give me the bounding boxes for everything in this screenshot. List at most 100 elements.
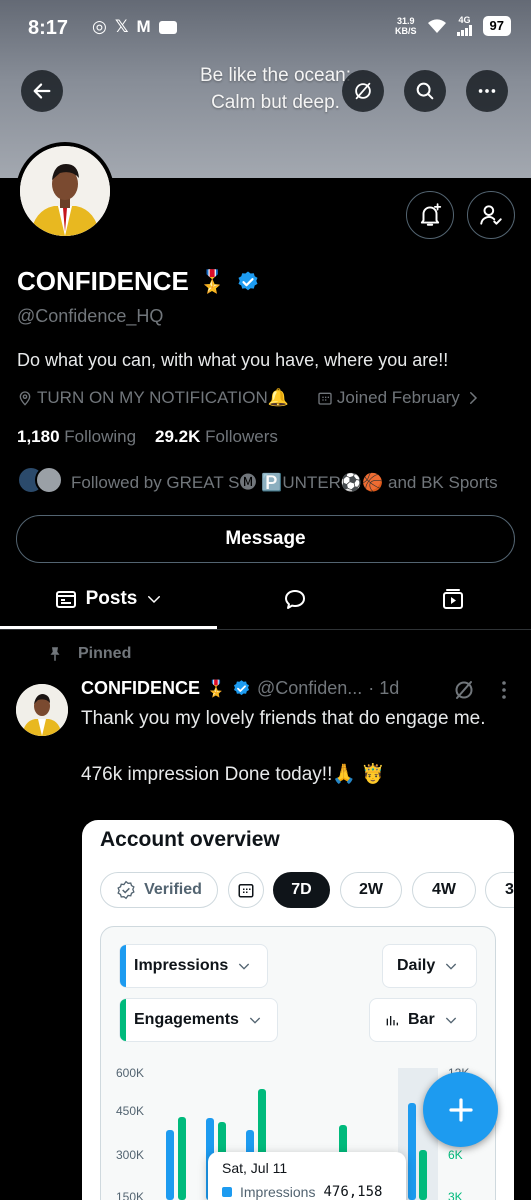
net-speed: 31.9 KB/S (395, 16, 417, 36)
more-vertical-icon (502, 681, 506, 699)
gmail-icon: M (136, 17, 151, 36)
embed-title: Account overview (100, 828, 280, 851)
signal-icon (456, 25, 472, 36)
compose-button[interactable] (423, 1072, 498, 1147)
pinned-indicator: Pinned (46, 645, 131, 663)
tooltip-date: Sat, Jul 11 (222, 1160, 288, 1176)
post-more-button[interactable] (496, 678, 512, 707)
post-grok-button[interactable] (452, 678, 476, 707)
grok-icon (455, 681, 473, 699)
search-button[interactable] (404, 70, 446, 112)
more-horizontal-icon (478, 89, 496, 93)
bar-chart-icon (386, 1016, 398, 1026)
location-pin-icon (19, 391, 31, 406)
back-button[interactable] (21, 70, 63, 112)
grok-icon (355, 82, 371, 100)
notification-subscribe-button[interactable] (406, 191, 454, 239)
avatar-photo (16, 684, 68, 736)
wifi-icon (427, 19, 446, 33)
x-icon: 𝕏 (114, 17, 129, 36)
following-link[interactable]: 1,180 Following (17, 427, 136, 446)
post-body: Thank you my lovely friends that do enga… (81, 705, 511, 789)
metric2-swatch (120, 999, 126, 1041)
profile-avatar[interactable] (16, 142, 114, 240)
pin-icon (50, 647, 60, 661)
post-author-handle[interactable]: @Confiden... (257, 678, 362, 699)
verified-outline-icon (117, 880, 135, 900)
profile-location: TURN ON MY NOTIFICATION🔔 (37, 388, 289, 407)
followed-by-row[interactable]: Followed by GREAT S🅜 🅿️UNTER⚽🏀 and BK Sp… (17, 466, 498, 494)
metric2-select: Engagements (119, 998, 278, 1042)
medal-emoji: 🎖️ (198, 268, 227, 294)
battery-indicator: 97 (482, 16, 511, 36)
chevron-down-icon (239, 963, 250, 970)
message-button[interactable]: Message (16, 515, 515, 563)
arrow-left-icon (33, 83, 51, 99)
interval-select: Daily (382, 944, 477, 988)
followers-link[interactable]: 29.2K Followers (155, 427, 278, 446)
chevron-down-icon (446, 963, 457, 970)
verified-filter: Verified (100, 872, 218, 908)
youtube-icon (158, 20, 177, 34)
chevron-right-icon (469, 392, 477, 404)
grok-button[interactable] (342, 70, 384, 112)
chevron-down-icon (249, 1017, 261, 1024)
tab-active-indicator (0, 626, 217, 629)
y-axis-left-label: 450K (116, 1104, 145, 1118)
y-axis-left-label: 600K (116, 1066, 145, 1080)
profile-joined[interactable]: Joined February (337, 388, 460, 408)
profile-tabs: Posts (0, 570, 531, 630)
banner-quote: Be like the ocean: Calm but deep. (199, 65, 352, 113)
post-header: CONFIDENCE 🎖️ @Confiden... · 1d (81, 678, 399, 699)
following-button[interactable] (467, 191, 515, 239)
tab-replies[interactable] (270, 570, 320, 628)
network-type: 4G (458, 15, 471, 25)
chart-tooltip: Sat, Jul 11 Impressions 476,158 (208, 1152, 406, 1200)
followed-by-text: Followed by GREAT S🅜 🅿️UNTER⚽🏀 and BK Sp… (71, 472, 498, 492)
follow-stats: 1,180 Following 29.2K Followers (17, 427, 278, 447)
tab-posts[interactable]: Posts (0, 570, 217, 629)
tooltip-swatch (222, 1187, 232, 1197)
post-author-name[interactable]: CONFIDENCE (81, 678, 200, 699)
range-more: 3 (485, 872, 514, 908)
post-text-line: 476k impression Done today!!🙏 🤴 (81, 764, 385, 785)
chart-type-select: Bar (369, 998, 477, 1042)
more-button[interactable] (466, 70, 508, 112)
tooltip-metric: Impressions (240, 1184, 316, 1200)
bell-plus-icon (420, 203, 442, 226)
range-7d: 7D (273, 872, 330, 908)
tab-posts-label: Posts (85, 588, 138, 609)
medal-emoji: 🎖️ (206, 680, 226, 698)
posts-icon (55, 591, 76, 608)
profile-meta: TURN ON MY NOTIFICATION🔔 Joined February (17, 388, 482, 408)
search-icon (416, 82, 434, 100)
verified-badge-icon (238, 271, 258, 290)
chevron-down-icon (148, 596, 161, 604)
calendar-icon (238, 884, 254, 898)
tab-media[interactable] (428, 570, 478, 628)
y-axis-right-label: 3K (448, 1190, 463, 1200)
plus-icon (448, 1097, 473, 1122)
profile-name: CONFIDENCE 🎖️ (17, 266, 260, 297)
post-author-avatar[interactable] (16, 684, 68, 736)
y-axis-right-label: 6K (448, 1148, 463, 1162)
status-time: 8:17 (28, 17, 69, 39)
video-icon (443, 589, 463, 609)
status-bar: 8:17 ◎ 𝕏 M 31.9 KB/S 4G 97 (0, 0, 531, 56)
range-4w: 4W (412, 872, 476, 908)
y-axis-left-label: 300K (116, 1148, 145, 1162)
post-time[interactable]: · 1d (368, 678, 399, 699)
chevron-down-icon (445, 1017, 456, 1024)
user-check-icon (480, 205, 502, 225)
reply-icon (285, 590, 305, 609)
post-text-line: Thank you my lovely friends that do enga… (81, 708, 486, 729)
y-axis-left-label: 150K (116, 1190, 145, 1200)
date-picker (228, 872, 264, 908)
metric1-swatch (120, 945, 126, 987)
range-2w: 2W (340, 872, 402, 908)
metric1-select: Impressions (119, 944, 268, 988)
verified-badge-icon (233, 680, 249, 696)
whatsapp-icon: ◎ (92, 17, 107, 36)
avatar-photo (20, 146, 110, 236)
profile-bio: Do what you can, with what you have, whe… (17, 350, 449, 370)
